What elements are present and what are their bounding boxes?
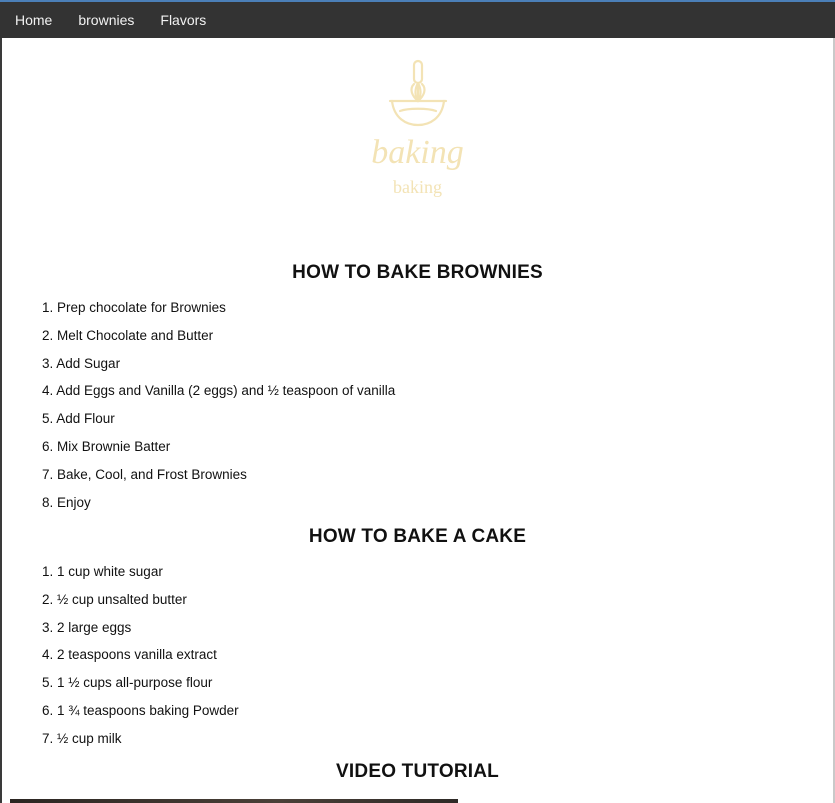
list-item: 2. Melt Chocolate and Butter <box>42 327 214 343</box>
list-item: 6. 1 ¾ teaspoons baking Powder <box>42 702 239 718</box>
cake-heading: HOW TO BAKE A CAKE <box>308 526 527 547</box>
list-item: 1. 1 cup white sugar <box>42 564 163 579</box>
logo-subtitle: baking <box>393 177 442 197</box>
site-logo: baking baking <box>0 56 835 196</box>
list-item: 6. Mix Brownie Batter <box>42 438 171 454</box>
video-player[interactable] <box>10 799 458 803</box>
list-item: 8. Enjoy <box>42 494 91 510</box>
logo-title: baking <box>371 134 464 171</box>
list-item: 4. Add Eggs and Vanilla (2 eggs) and ½ t… <box>42 383 396 399</box>
list-item: 5. 1 ½ cups all-purpose flour <box>42 675 213 691</box>
nav-link-flavors[interactable]: Flavors <box>147 2 219 38</box>
list-item: 2. ½ cup unsalted butter <box>42 591 187 607</box>
list-item: 5. Add Flour <box>42 411 115 427</box>
brownies-heading: HOW TO BAKE BROWNIES <box>292 262 543 283</box>
top-navigation: Home brownies Flavors <box>0 0 835 38</box>
list-item: 3. Add Sugar <box>42 355 121 371</box>
list-item: 3. 2 large eggs <box>42 619 132 635</box>
nav-link-brownies[interactable]: brownies <box>65 2 147 38</box>
video-heading: VIDEO TUTORIAL <box>336 761 499 782</box>
nav-link-home[interactable]: Home <box>2 2 65 38</box>
whisk-bowl-icon <box>388 59 447 127</box>
list-item: 7. Bake, Cool, and Frost Brownies <box>42 466 247 482</box>
list-item: 1. Prep chocolate for Brownies <box>42 300 226 315</box>
list-item: 7. ½ cup milk <box>42 730 122 746</box>
list-item: 4. 2 teaspoons vanilla extract <box>42 647 217 663</box>
brownies-steps-list: 1. Prep chocolate for Brownies 2. Melt C… <box>42 300 395 522</box>
cake-steps-list: 1. 1 cup white sugar 2. ½ cup unsalted b… <box>42 564 239 759</box>
